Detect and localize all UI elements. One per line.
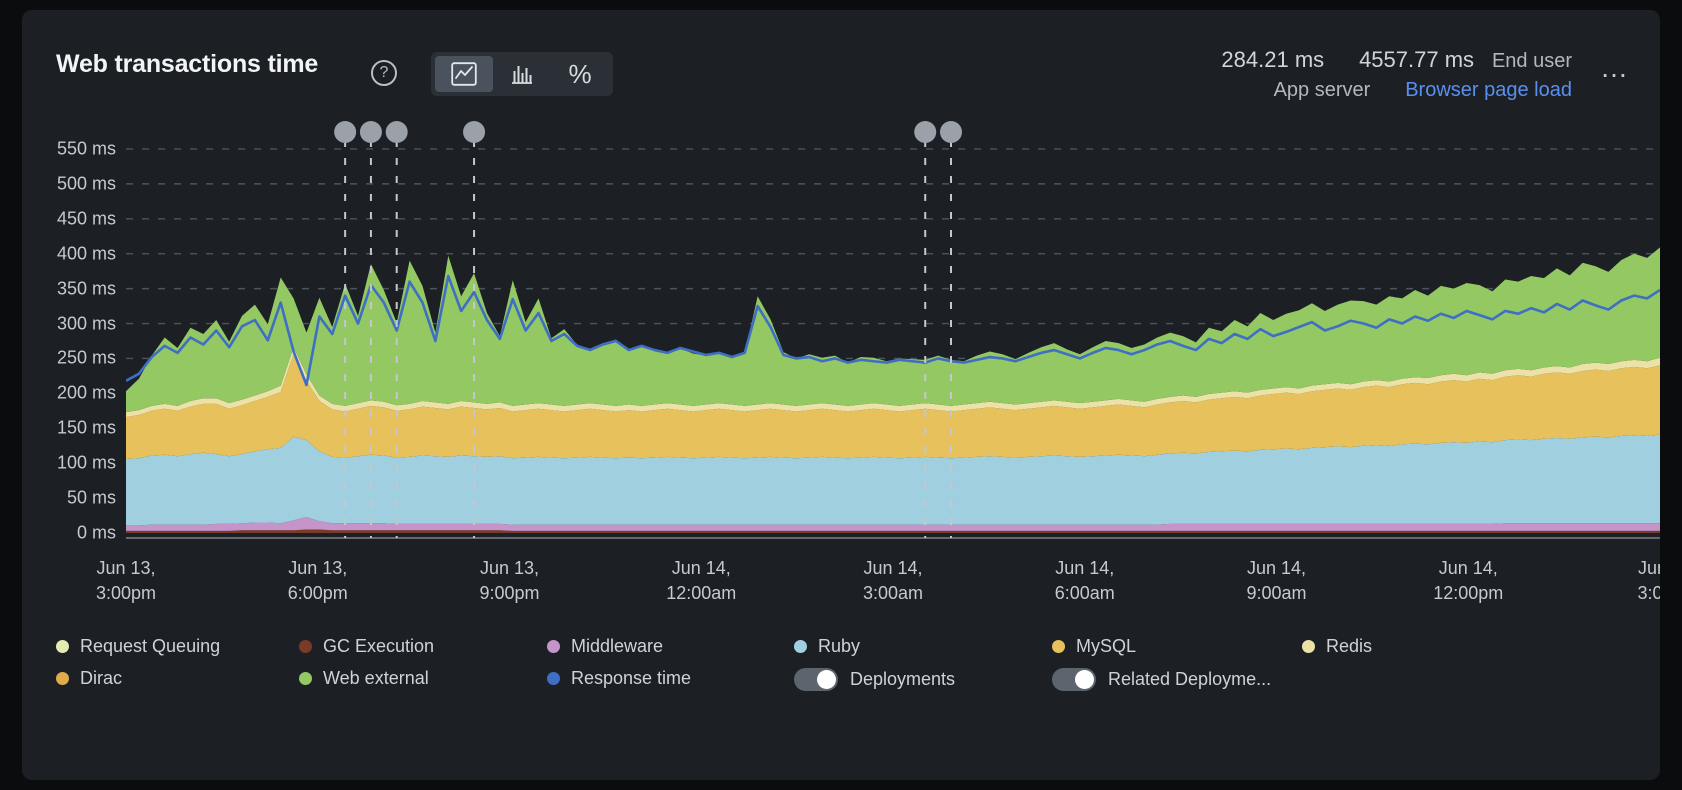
x-axis-tick: Jun 13, 9:00pm: [479, 558, 540, 603]
toggle-switch[interactable]: [1052, 668, 1096, 691]
legend-item-label: Deployments: [850, 669, 956, 689]
legend-item-related-deployme[interactable]: Related Deployme...: [1052, 668, 1271, 691]
y-axis-tick: 250 ms: [56, 347, 116, 368]
x-axis-tick: Jun 14, 12:00pm: [1433, 558, 1504, 603]
legend-item-middleware[interactable]: Middleware: [547, 636, 663, 657]
legend-item-label: Related Deployme...: [1108, 669, 1272, 689]
legend-item-redis[interactable]: Redis: [1302, 636, 1372, 657]
legend-item-mysql[interactable]: MySQL: [1052, 636, 1136, 657]
legend-item-response-time[interactable]: Response time: [547, 668, 691, 689]
legend-item-label: Dirac: [80, 668, 123, 688]
legend-color-swatch: [1302, 640, 1315, 653]
x-axis-tick: Jun 13, 3:00pm: [95, 558, 157, 603]
legend-item-gc-execution[interactable]: GC Execution: [299, 636, 434, 657]
y-axis-tick: 400 ms: [56, 243, 116, 264]
legend-item-label: Middleware: [571, 636, 664, 656]
deployment-marker[interactable]: [359, 121, 382, 143]
deployment-marker[interactable]: [914, 121, 937, 143]
x-axis-tick: Jun 13, 6:00pm: [287, 558, 348, 603]
line-chart-icon[interactable]: [435, 56, 493, 92]
bar-chart-icon[interactable]: [493, 56, 551, 92]
metric-labels-row: App server Browser page load: [1221, 75, 1572, 106]
browser-page-load-link[interactable]: Browser page load: [1405, 79, 1572, 101]
legend-item-label: Redis: [1326, 636, 1373, 656]
y-axis-tick: 500 ms: [56, 173, 116, 194]
y-axis-labels: 0 ms 50 ms 100 ms 150 ms 200 ms 250 ms 300 ms 3…: [22, 118, 126, 548]
toggle-knob: [817, 670, 836, 689]
x-axis-tick: Jun 14, 6:00am: [1054, 558, 1115, 603]
x-axis-labels: Jun 13, 3:00pm Jun 13, 6:00pm Jun 13, 9:00pm J…: [22, 556, 1660, 626]
legend-item-label: Ruby: [818, 636, 861, 656]
y-axis-tick: 100 ms: [56, 452, 116, 473]
legend-item-request-queuing[interactable]: Request Queuing: [56, 636, 220, 657]
visualization-toggle-group[interactable]: %: [431, 52, 613, 96]
legend-item-ruby[interactable]: Ruby: [794, 636, 860, 657]
y-axis-tick: 350 ms: [56, 278, 116, 299]
metric-values-row: 284.21 ms 4557.77 ms End user: [1221, 44, 1572, 75]
legend-item-label: Web external: [323, 668, 429, 688]
x-axis-tick: Jun 14, 3:00am: [862, 558, 924, 603]
app-server-label: App server: [1273, 79, 1371, 101]
browser-page-load-value: 4557.77 ms: [1359, 47, 1475, 72]
legend-color-swatch: [794, 640, 807, 653]
more-options-icon[interactable]: …: [1600, 54, 1630, 82]
legend-color-swatch: [299, 672, 312, 685]
y-axis-tick: 50 ms: [66, 487, 116, 508]
legend-color-swatch: [547, 640, 560, 653]
legend-item-deployments[interactable]: Deployments: [794, 668, 955, 691]
percent-glyph: %: [568, 59, 592, 89]
y-axis-tick: 150 ms: [56, 417, 116, 438]
legend-color-swatch: [547, 672, 560, 685]
chart-legend: Request Queuing GC Execution Middleware Rub…: [22, 636, 1660, 746]
legend-color-swatch: [56, 672, 69, 685]
chart-plot[interactable]: [126, 118, 1660, 548]
page-title: Web transactions time: [56, 50, 319, 78]
legend-item-label: Response time: [571, 668, 692, 688]
legend-color-swatch: [299, 640, 312, 653]
y-axis-tick: 550 ms: [56, 138, 116, 159]
legend-item-label: GC Execution: [323, 636, 435, 656]
legend-color-swatch: [56, 640, 69, 653]
y-axis-tick: 450 ms: [56, 208, 116, 229]
x-axis-tick: Jun 13:00p: [1637, 558, 1660, 603]
deployment-marker[interactable]: [334, 121, 357, 143]
legend-item-web-external[interactable]: Web external: [299, 668, 429, 689]
toggle-switch[interactable]: [794, 668, 838, 691]
x-axis-tick: Jun 14, 9:00am: [1246, 558, 1307, 603]
deployment-marker[interactable]: [463, 121, 486, 143]
legend-item-label: Request Queuing: [80, 636, 221, 656]
percent-icon[interactable]: %: [551, 56, 609, 92]
legend-item-dirac[interactable]: Dirac: [56, 668, 122, 689]
end-user-label: End user: [1491, 50, 1572, 72]
widget-header: Web transactions time ? % 284.21 ms 4557…: [22, 10, 1660, 118]
chart-area: 0 ms 50 ms 100 ms 150 ms 200 ms 250 ms 300 ms 3…: [22, 118, 1660, 626]
y-axis-tick: 200 ms: [56, 382, 116, 403]
web-transactions-time-widget: Web transactions time ? % 284.21 ms 4557…: [22, 10, 1660, 780]
deployment-marker[interactable]: [940, 121, 963, 143]
header-metrics: 284.21 ms 4557.77 ms End user App server…: [1221, 44, 1572, 106]
app-server-value: 284.21 ms: [1221, 47, 1325, 72]
y-axis-tick: 0 ms: [76, 522, 116, 543]
legend-color-swatch: [1052, 640, 1065, 653]
help-icon[interactable]: ?: [371, 60, 397, 86]
x-axis-tick: Jun 14, 12:00am: [666, 558, 737, 603]
toggle-knob: [1075, 670, 1094, 689]
legend-item-label: MySQL: [1076, 636, 1137, 656]
y-axis-tick: 300 ms: [56, 313, 116, 334]
deployment-marker[interactable]: [385, 121, 408, 143]
